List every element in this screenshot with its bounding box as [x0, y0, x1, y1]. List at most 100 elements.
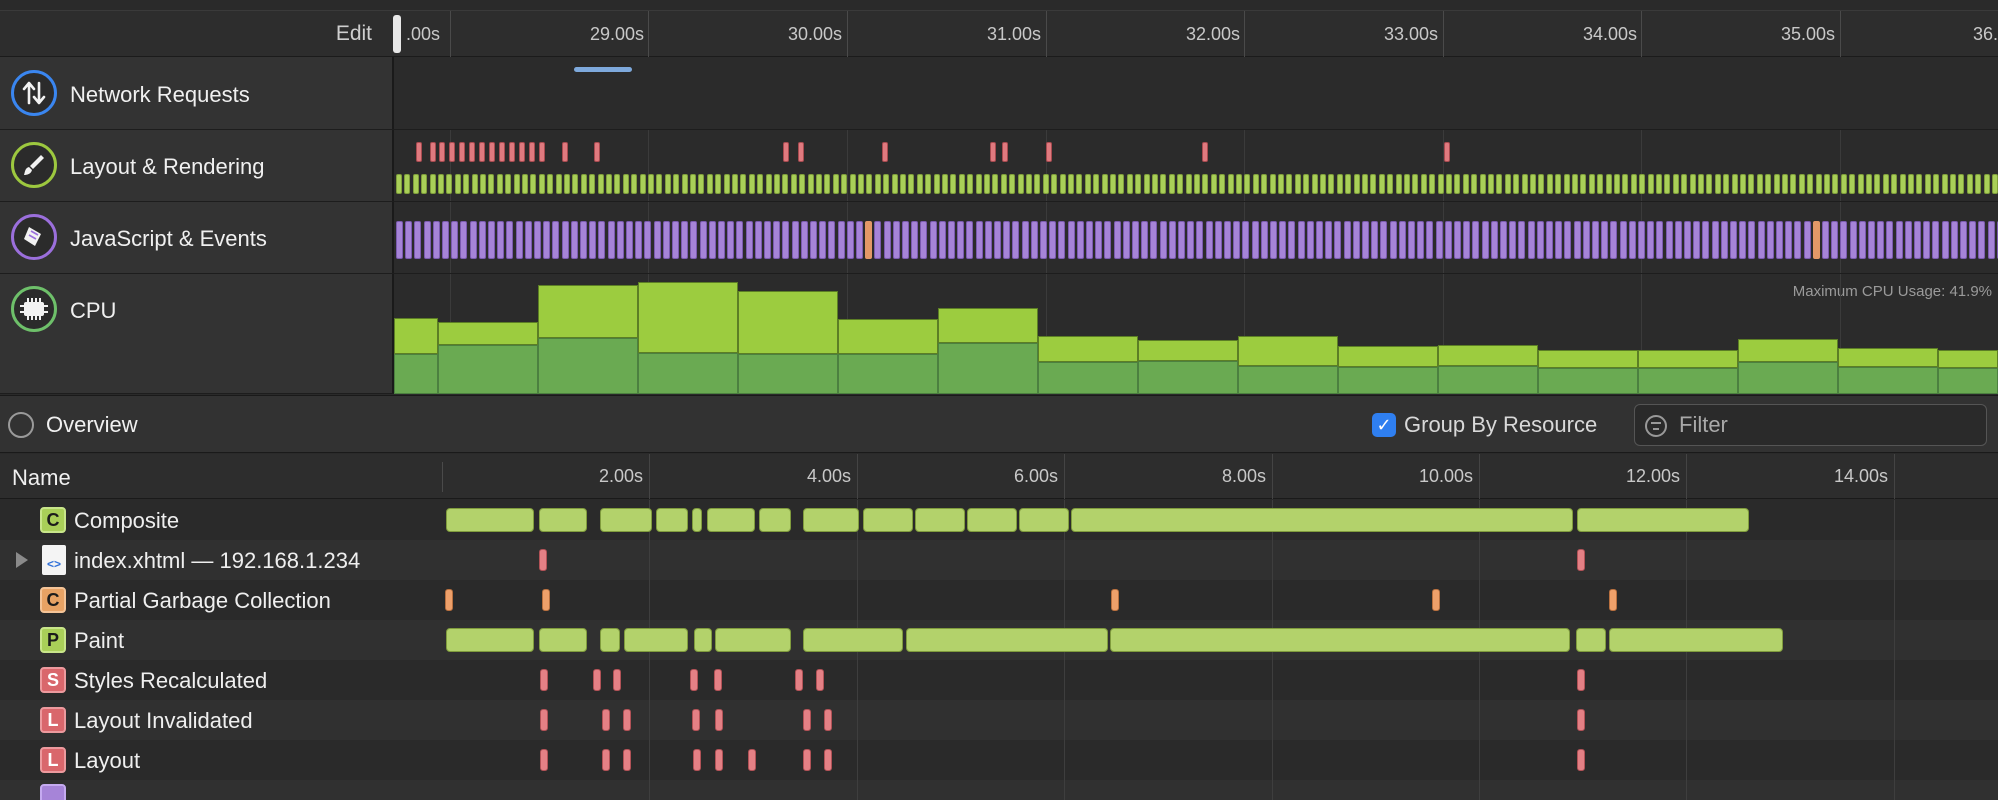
disclosure-triangle-icon[interactable] — [16, 552, 28, 568]
cpu-main-thread-bar[interactable] — [1538, 368, 1638, 394]
row-lane[interactable] — [443, 620, 1998, 660]
cpu-usage-bar[interactable] — [538, 285, 638, 338]
script-event-mark[interactable] — [1380, 221, 1387, 259]
paint-event-mark[interactable] — [959, 174, 965, 194]
record-segment[interactable] — [1110, 628, 1570, 652]
paint-event-mark[interactable] — [404, 174, 410, 194]
paint-event-mark[interactable] — [1673, 174, 1679, 194]
paint-event-mark[interactable] — [900, 174, 906, 194]
record-marker[interactable] — [1432, 589, 1440, 611]
script-event-mark[interactable] — [1288, 221, 1295, 259]
script-event-mark[interactable] — [957, 221, 964, 259]
script-event-mark[interactable] — [1307, 221, 1314, 259]
script-event-mark[interactable] — [1546, 221, 1553, 259]
paint-event-mark[interactable] — [698, 174, 704, 194]
cpu-main-thread-bar[interactable] — [1338, 367, 1438, 394]
cpu-main-thread-bar[interactable] — [1038, 362, 1138, 394]
script-event-mark[interactable] — [1150, 221, 1157, 259]
track-header[interactable]: CPU — [0, 274, 392, 393]
paint-event-mark[interactable] — [866, 174, 872, 194]
paint-event-mark[interactable] — [1127, 174, 1133, 194]
paint-event-mark[interactable] — [1454, 174, 1460, 194]
paint-event-mark[interactable] — [1866, 174, 1872, 194]
script-event-mark[interactable] — [405, 221, 412, 259]
script-event-mark[interactable] — [948, 221, 955, 259]
row-lane[interactable] — [443, 580, 1998, 620]
paint-event-mark[interactable] — [1925, 174, 1931, 194]
record-marker[interactable] — [690, 669, 698, 691]
record-segment[interactable] — [906, 628, 1108, 652]
paint-event-mark[interactable] — [1102, 174, 1108, 194]
paint-event-mark[interactable] — [1790, 174, 1796, 194]
script-event-mark[interactable] — [1583, 221, 1590, 259]
script-event-mark[interactable] — [1859, 221, 1866, 259]
script-event-mark[interactable] — [985, 221, 992, 259]
paint-event-mark[interactable] — [1076, 174, 1082, 194]
script-event-mark[interactable] — [939, 221, 946, 259]
script-event-mark[interactable] — [1436, 221, 1443, 259]
script-event-mark[interactable] — [433, 221, 440, 259]
script-event-mark[interactable] — [1564, 221, 1571, 259]
paint-event-mark[interactable] — [1312, 174, 1318, 194]
paint-event-mark[interactable] — [984, 174, 990, 194]
layout-event-mark[interactable] — [1002, 142, 1008, 162]
record-marker[interactable] — [748, 749, 756, 771]
script-event-mark[interactable] — [1353, 221, 1360, 259]
script-event-mark[interactable] — [1509, 221, 1516, 259]
paint-event-mark[interactable] — [598, 174, 604, 194]
script-event-mark[interactable] — [847, 221, 854, 259]
script-event-mark[interactable] — [580, 221, 587, 259]
paint-event-mark[interactable] — [1026, 174, 1032, 194]
script-event-mark[interactable] — [479, 221, 486, 259]
script-event-mark[interactable] — [856, 221, 863, 259]
script-event-mark[interactable] — [1988, 221, 1995, 259]
script-event-mark[interactable] — [1169, 221, 1176, 259]
script-event-mark[interactable] — [1739, 221, 1746, 259]
script-event-mark[interactable] — [1794, 221, 1801, 259]
column-divider[interactable] — [442, 462, 443, 492]
script-event-mark[interactable] — [1840, 221, 1847, 259]
paint-event-mark[interactable] — [1799, 174, 1805, 194]
script-event-mark[interactable] — [1868, 221, 1875, 259]
paint-event-mark[interactable] — [1093, 174, 1099, 194]
script-event-mark[interactable] — [1187, 221, 1194, 259]
layout-event-mark[interactable] — [1444, 142, 1450, 162]
paint-event-mark[interactable] — [1992, 174, 1998, 194]
paint-event-mark[interactable] — [1841, 174, 1847, 194]
paint-event-mark[interactable] — [833, 174, 839, 194]
script-event-mark[interactable] — [1279, 221, 1286, 259]
table-row[interactable]: L Layout Invalidated — [0, 700, 1998, 740]
record-segment[interactable] — [624, 628, 688, 652]
paint-event-mark[interactable] — [1009, 174, 1015, 194]
record-marker[interactable] — [1111, 589, 1119, 611]
script-event-mark[interactable] — [1638, 221, 1645, 259]
script-event-mark[interactable] — [543, 221, 550, 259]
record-segment[interactable] — [539, 628, 587, 652]
record-segment[interactable] — [967, 508, 1017, 532]
script-event-mark[interactable] — [1334, 221, 1341, 259]
cpu-main-thread-bar[interactable] — [638, 353, 738, 394]
paint-event-mark[interactable] — [1110, 174, 1116, 194]
paint-event-mark[interactable] — [875, 174, 881, 194]
row-lane[interactable] — [443, 660, 1998, 700]
script-event-mark[interactable] — [506, 221, 513, 259]
record-marker[interactable] — [540, 749, 548, 771]
script-event-mark[interactable] — [1684, 221, 1691, 259]
paint-event-mark[interactable] — [1967, 174, 1973, 194]
cpu-usage-bar[interactable] — [738, 291, 838, 354]
paint-event-mark[interactable] — [1639, 174, 1645, 194]
layout-event-mark[interactable] — [416, 142, 422, 162]
script-event-mark[interactable] — [1712, 221, 1719, 259]
paint-event-mark[interactable] — [1715, 174, 1721, 194]
script-event-mark[interactable] — [1914, 221, 1921, 259]
record-segment[interactable] — [863, 508, 913, 532]
track-lane[interactable]: Maximum CPU Usage: 41.9% — [394, 274, 1998, 394]
script-event-mark[interactable] — [1445, 221, 1452, 259]
layout-event-mark[interactable] — [519, 142, 525, 162]
paint-event-mark[interactable] — [488, 174, 494, 194]
script-event-mark[interactable] — [1344, 221, 1351, 259]
paint-event-mark[interactable] — [1816, 174, 1822, 194]
paint-event-mark[interactable] — [992, 174, 998, 194]
cpu-main-thread-bar[interactable] — [1838, 367, 1938, 394]
script-event-mark[interactable] — [414, 221, 421, 259]
